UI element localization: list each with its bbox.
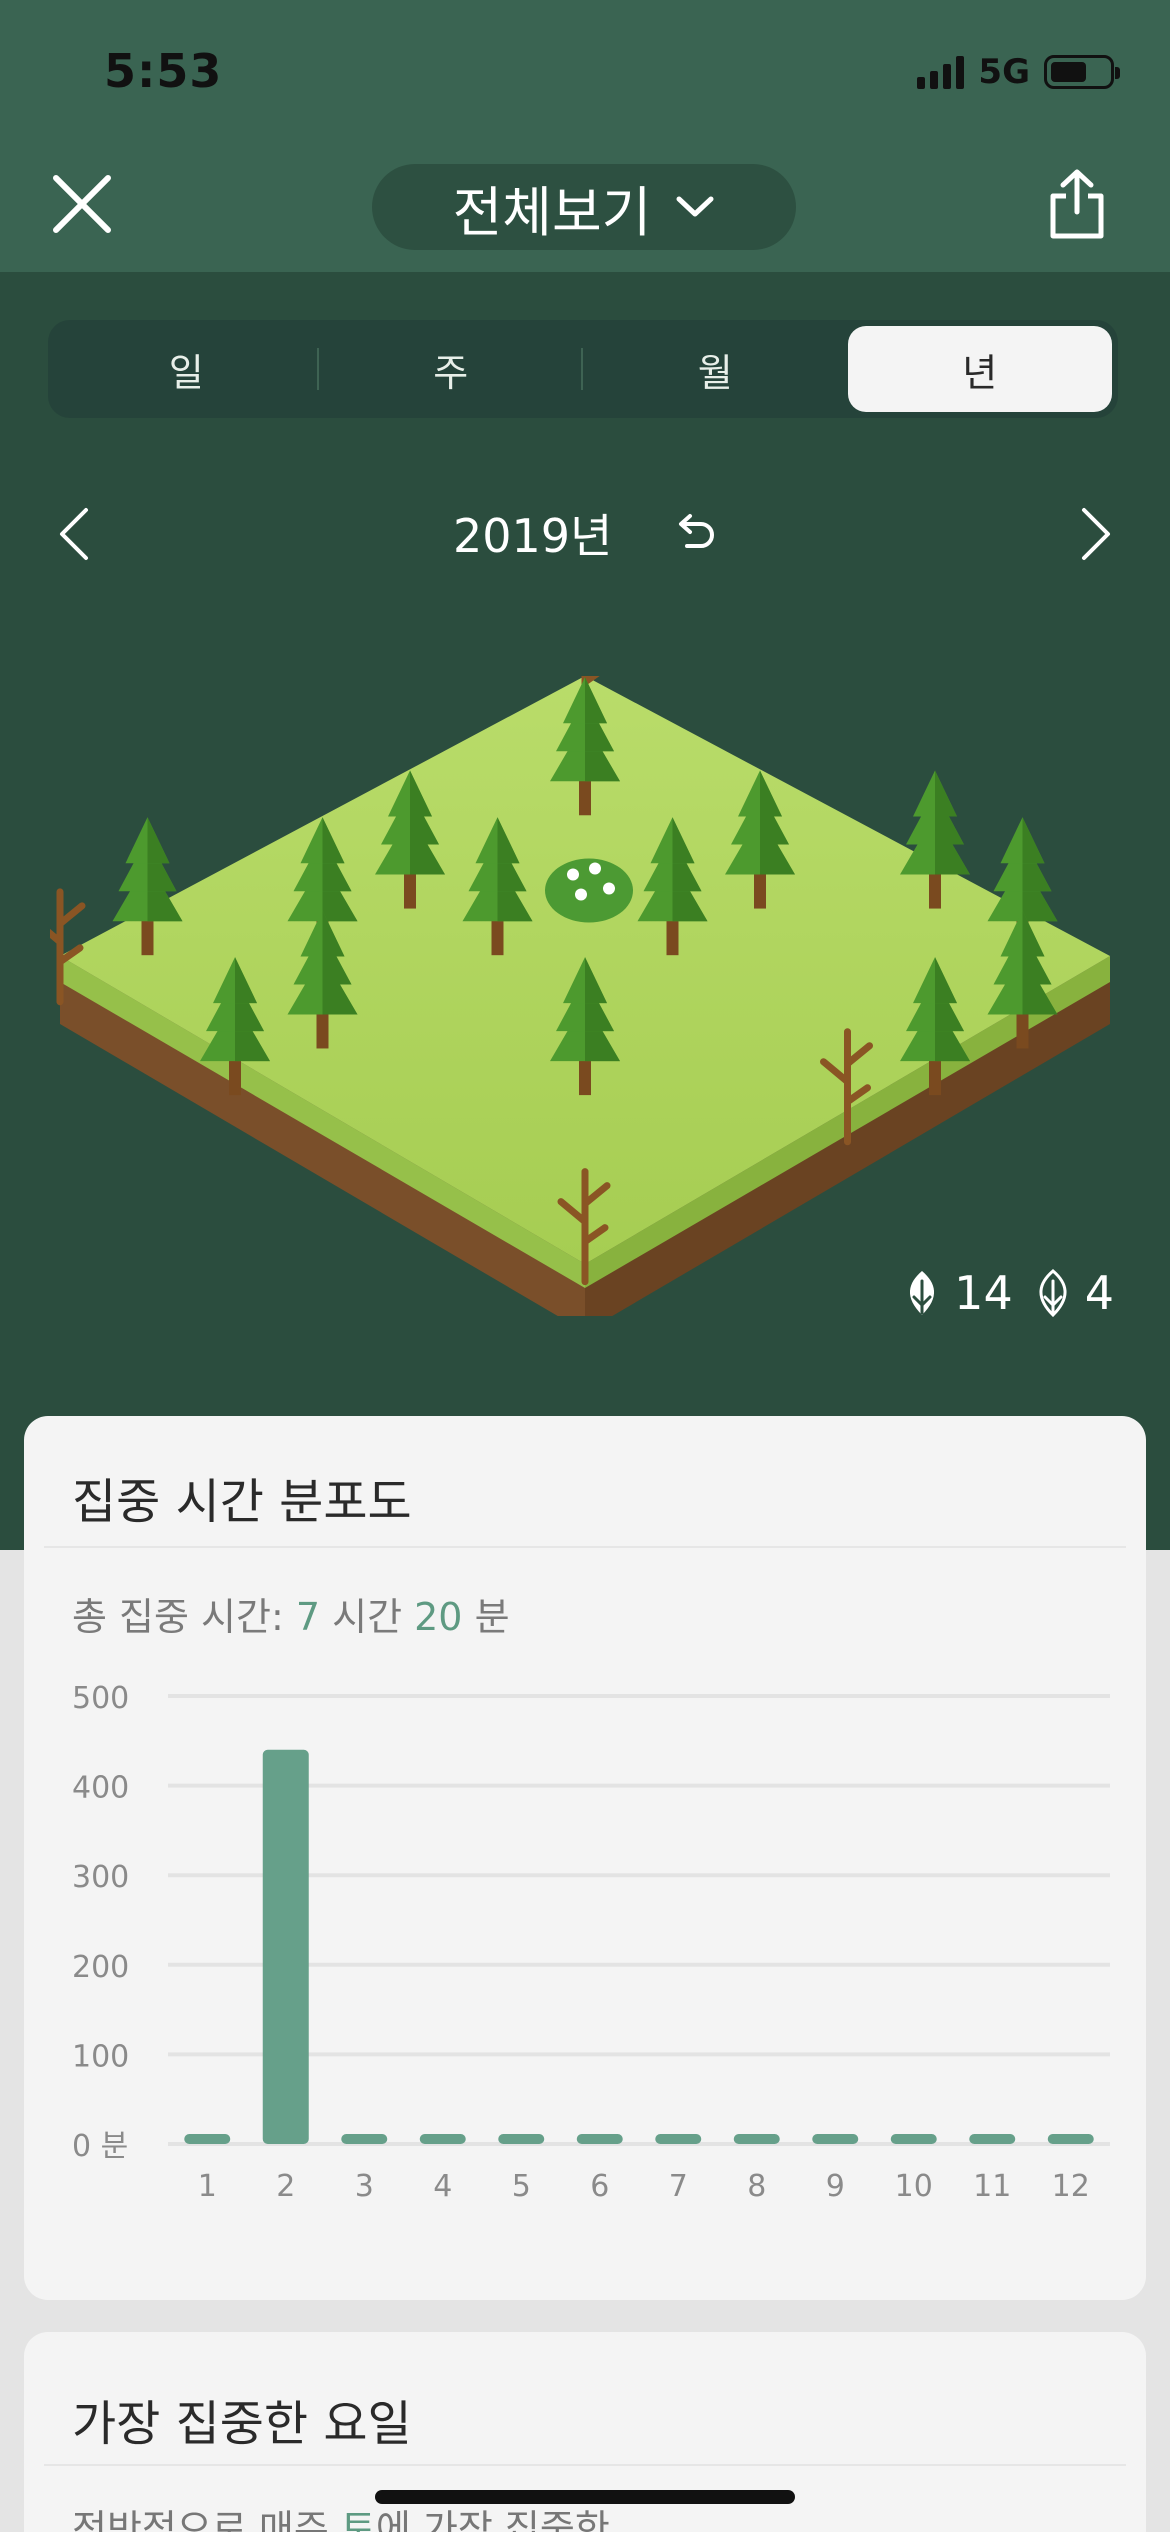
signal-icon [917,55,965,89]
bar [341,2134,388,2144]
bar [184,2134,231,2144]
bar [812,2134,859,2144]
y-tick-label: 400 [72,1771,129,1806]
status-bar-right: 5G [917,52,1120,92]
divider [44,1546,1126,1548]
battery-icon [1044,55,1120,89]
tree-counts: 14 4 [902,1266,1114,1320]
network-label: 5G [978,52,1030,92]
y-tick-label: 0 분 [72,2129,128,2164]
chevron-down-icon [676,196,714,217]
flower-bush [545,858,633,923]
healthy-count-value: 14 [954,1266,1013,1320]
bar [419,2134,466,2144]
summary-prefix: 전반적으로 매주 [72,2507,341,2532]
x-tick-label: 12 [1052,2169,1090,2204]
period-label: 2019년 [452,509,613,563]
x-tick-label: 10 [895,2169,933,2204]
bush-flower [589,862,601,875]
total-focus-time: 총 집중 시간: 7 시간 20 분 [72,1586,510,1641]
view-selector-dropdown[interactable]: 전체보기 [372,164,796,250]
dead-tree-icon [1039,1269,1067,1317]
bush-flower [575,888,587,901]
tree-foliage-shade [935,770,957,817]
summary-suffix: 에 가장 집중한 [375,2507,610,2532]
bar [655,2134,702,2144]
x-tick-label: 1 [198,2169,217,2204]
total-prefix: 총 집중 시간: [72,1595,296,1639]
divider [44,2464,1126,2466]
hours-unit: 시간 [320,1595,415,1639]
x-tick-label: 4 [433,2169,452,2204]
total-hours: 7 [295,1595,321,1639]
tab-year[interactable]: 년 [847,326,1112,412]
forest-section: 일 주 월 년 2019년 14 4 [0,272,1170,1550]
x-tick-label: 2 [276,2169,295,2204]
tree-foliage-shade [147,817,170,864]
x-tick-label: 7 [669,2169,688,2204]
monthly-focus-chart: 0 분1002003004005001 2 3 4 5 6 7 8 9 10 11 12 [72,1681,1110,2204]
view-selector-label: 전체보기 [452,180,652,244]
forest-illustration [50,676,1110,1316]
share-icon[interactable] [1048,168,1106,240]
y-tick-label: 200 [72,1950,129,1985]
x-tick-label: 6 [590,2169,609,2204]
top-header: 5:53 5G 전체보기 [0,0,1170,272]
y-tick-label: 500 [72,1681,129,1716]
tab-week[interactable]: 주 [319,326,584,412]
total-minutes: 20 [414,1595,463,1639]
bar [576,2134,623,2144]
healthy-trees-count: 14 [902,1266,1013,1320]
summary-day: 토 [340,2507,376,2532]
tab-day[interactable]: 일 [54,326,319,412]
period-segmented-control: 일 주 월 년 [48,320,1118,418]
y-tick-label: 300 [72,1860,129,1895]
status-time: 5:53 [104,44,223,98]
chevron-right-icon[interactable] [1076,504,1116,564]
bar [262,1749,309,2144]
tree-foliage-shade [1022,817,1045,864]
close-icon[interactable] [48,170,116,238]
focus-distribution-card: 집중 시간 분포도 총 집중 시간: 7 시간 20 분 0 분 100 200 30… [24,1416,1146,2300]
tab-month[interactable]: 월 [583,326,848,412]
x-tick-label: 11 [973,2169,1011,2204]
y-tick-label: 100 [72,2039,129,2074]
card-title: 집중 시간 분포도 [72,1474,412,1530]
card-title: 가장 집중한 요일 [72,2396,412,2452]
minutes-unit: 분 [462,1595,510,1639]
bush-flower [567,868,579,881]
bar [733,2134,780,2144]
bush-flower [603,882,615,895]
bar [890,2134,937,2144]
x-tick-label: 3 [355,2169,374,2204]
bar [498,2134,545,2144]
reset-period-icon[interactable] [671,510,717,556]
x-tick-label: 5 [512,2169,531,2204]
x-tick-label: 9 [826,2169,845,2204]
healthy-tree-icon [910,1271,935,1315]
bar [969,2134,1016,2144]
bar [1047,2134,1094,2144]
dead-count-value: 4 [1084,1266,1114,1320]
period-label-row: 2019년 [0,500,1170,566]
dead-trees-count: 4 [1033,1266,1114,1320]
home-indicator[interactable] [375,2490,795,2504]
x-tick-label: 8 [747,2169,766,2204]
